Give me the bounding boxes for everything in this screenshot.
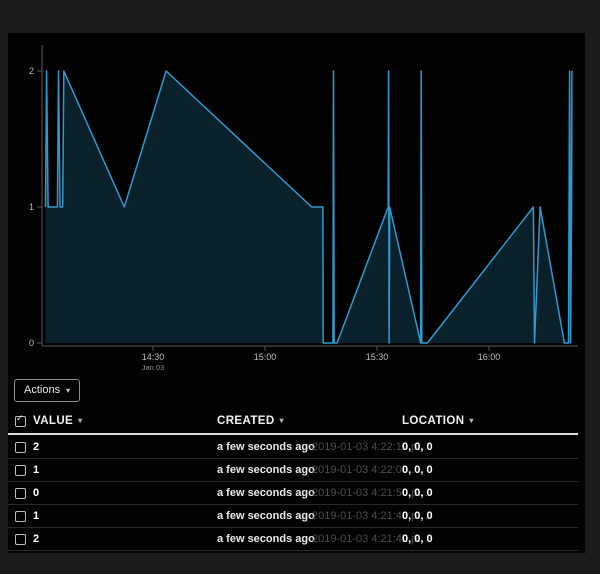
y-axis-tick-label: 1 [29, 202, 34, 212]
sort-caret-icon: ▾ [280, 416, 284, 425]
row-checkbox[interactable] [15, 511, 26, 522]
device-data-panel: 01214:30Jan 0315:0015:3016:00 Actions▾ ✓… [8, 33, 585, 553]
column-header-created-label: CREATED [217, 415, 275, 427]
created-relative-cell: a few seconds ago [217, 459, 315, 481]
location-cell: 0, 0, 0 [402, 436, 433, 458]
row-checkbox[interactable] [15, 488, 26, 499]
sort-caret-icon: ▾ [78, 416, 82, 425]
column-header-value[interactable]: VALUE ▾ [33, 415, 83, 427]
x-axis-tick-label: 16:00 [478, 352, 501, 362]
table-row[interactable]: 2a few seconds ago2019-01-03 4:21:42 p…0… [8, 528, 578, 551]
table-row[interactable]: 2a few seconds ago2019-01-03 4:22:12 p…0… [8, 436, 578, 459]
column-header-location-label: LOCATION [402, 415, 464, 427]
table-header: ✓ VALUE ▾ CREATED ▾ LOCATION ▾ [8, 412, 578, 432]
sort-caret-icon: ▾ [469, 416, 473, 425]
column-header-value-label: VALUE [33, 415, 73, 427]
location-cell: 0, 0, 0 [402, 482, 433, 504]
row-checkbox[interactable] [15, 534, 26, 545]
location-cell: 0, 0, 0 [402, 505, 433, 527]
header-divider [8, 433, 578, 435]
row-checkbox[interactable] [15, 465, 26, 476]
x-axis-tick-label: 15:00 [254, 352, 277, 362]
data-table-body: 2a few seconds ago2019-01-03 4:22:12 p…0… [8, 436, 578, 551]
row-checkbox[interactable] [15, 442, 26, 453]
select-all-checkbox[interactable]: ✓ [15, 416, 26, 427]
x-axis-tick-label: 14:30 [142, 352, 165, 362]
location-cell: 0, 0, 0 [402, 528, 433, 550]
created-relative-cell: a few seconds ago [217, 528, 315, 550]
caret-down-icon: ▾ [66, 387, 70, 395]
y-axis-tick-label: 2 [29, 66, 34, 76]
actions-button[interactable]: Actions ▾ [14, 379, 80, 402]
actions-button-label: Actions [24, 380, 60, 401]
time-series-area-chart: 0 1 2 14:30Jan 03 15:00 15:30 16:00 [8, 33, 585, 378]
value-cell: 0 [33, 482, 39, 504]
x-axis-tick-sublabel: Jan 03 [142, 363, 165, 372]
value-cell: 1 [33, 505, 39, 527]
column-header-location[interactable]: LOCATION ▾ [402, 415, 474, 427]
x-axis-tick-label: 15:30 [366, 352, 389, 362]
value-cell: 1 [33, 459, 39, 481]
y-axis-tick-label: 0 [29, 338, 34, 348]
table-row[interactable]: 0a few seconds ago2019-01-03 4:21:50 p…0… [8, 482, 578, 505]
column-header-created[interactable]: CREATED ▾ [217, 415, 284, 427]
location-cell: 0, 0, 0 [402, 459, 433, 481]
table-row[interactable]: 1a few seconds ago2019-01-03 4:21:46 p…0… [8, 505, 578, 528]
value-cell: 2 [33, 436, 39, 458]
value-cell: 2 [33, 528, 39, 550]
created-relative-cell: a few seconds ago [217, 436, 315, 458]
check-icon: ✓ [16, 414, 24, 423]
created-relative-cell: a few seconds ago [217, 482, 315, 504]
created-relative-cell: a few seconds ago [217, 505, 315, 527]
table-row[interactable]: 1a few seconds ago2019-01-03 4:22:08 …0,… [8, 459, 578, 482]
